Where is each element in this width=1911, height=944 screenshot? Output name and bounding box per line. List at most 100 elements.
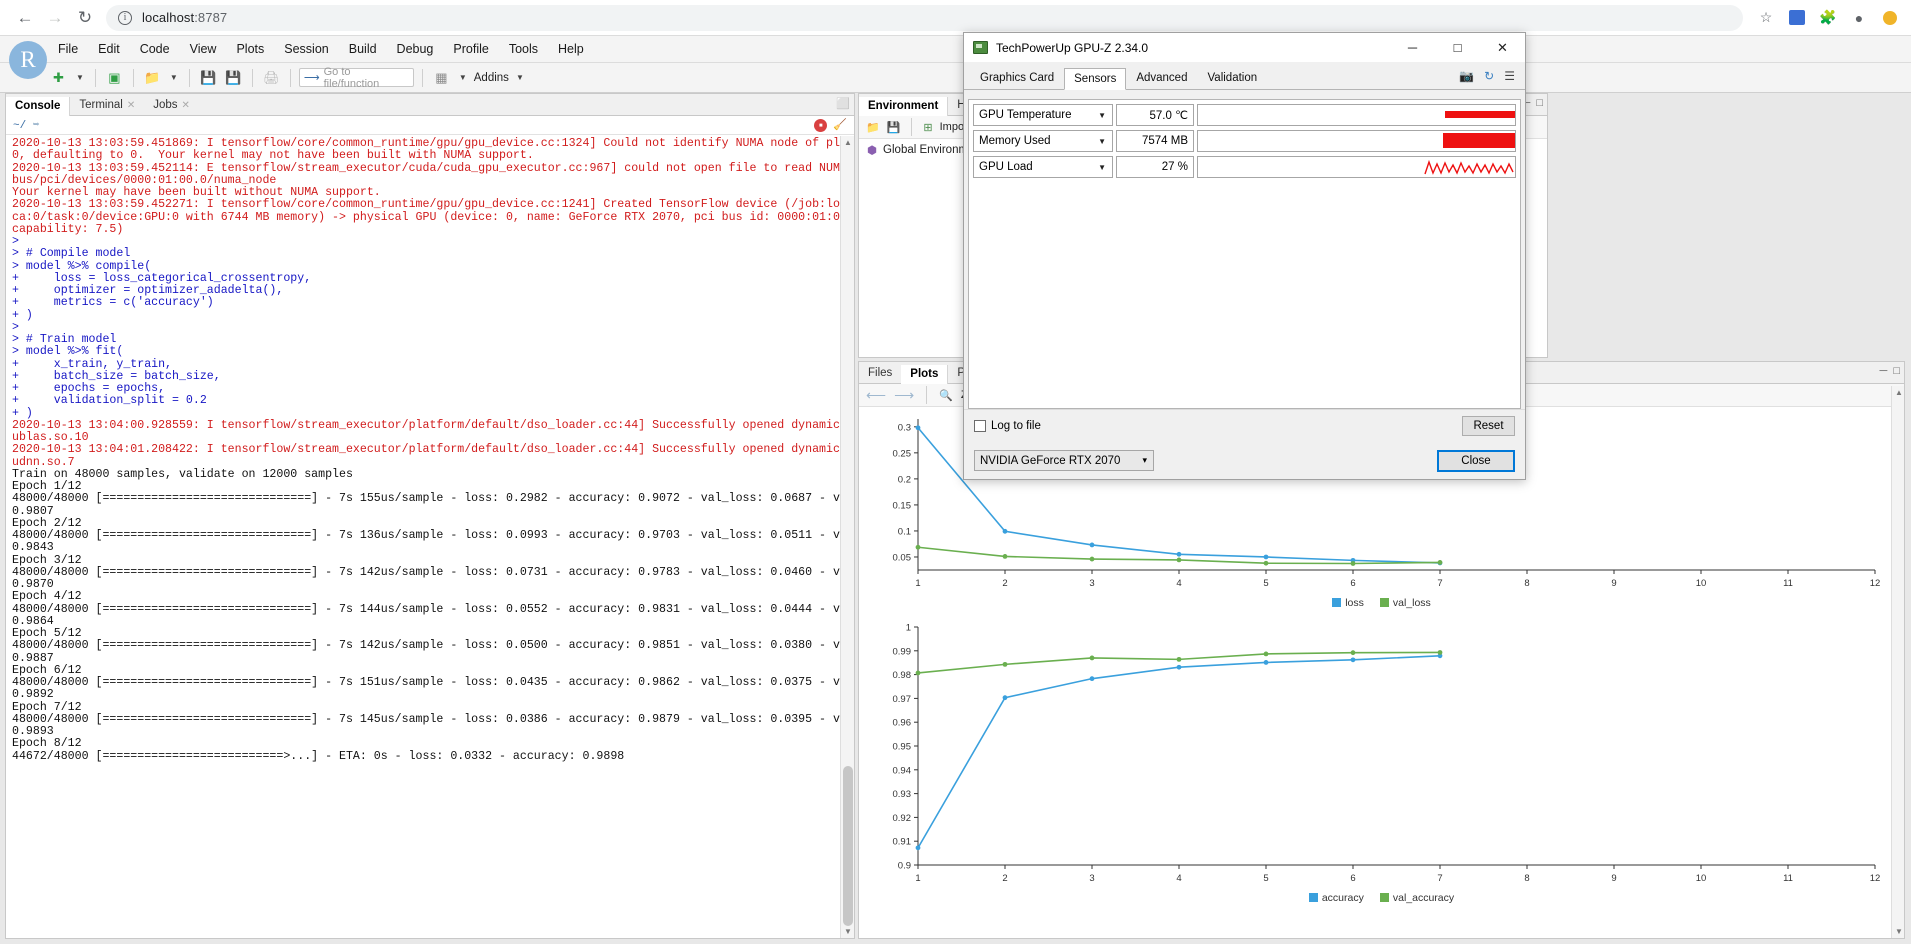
browser-reload-button[interactable]: ↻ bbox=[70, 3, 100, 33]
chevron-down-icon[interactable]: ▼ bbox=[1098, 137, 1106, 146]
menu-edit[interactable]: Edit bbox=[88, 38, 130, 60]
tab-environment[interactable]: Environment bbox=[859, 97, 949, 116]
extensions-puzzle-icon[interactable]: 🧩 bbox=[1817, 7, 1839, 29]
save-blue-icon[interactable] bbox=[1786, 7, 1808, 29]
close-icon[interactable]: ✕ bbox=[127, 100, 135, 111]
close-button[interactable]: Close bbox=[1437, 449, 1515, 472]
console-line: > model %>% fit( bbox=[12, 345, 124, 359]
minimize-button[interactable]: ─ bbox=[1390, 33, 1435, 63]
goto-file-function-input[interactable]: ⟶ Go to file/function bbox=[298, 66, 414, 90]
chrome-menu-icon[interactable] bbox=[1879, 7, 1901, 29]
open-dropdown-caret[interactable]: ▼ bbox=[167, 73, 181, 82]
sensor-name-select[interactable]: GPU Load ▼ bbox=[973, 156, 1113, 178]
tab-plots[interactable]: Plots bbox=[901, 365, 949, 384]
svg-text:9: 9 bbox=[1611, 578, 1616, 589]
console-line: > # Compile model bbox=[12, 247, 131, 261]
panes-dropdown-caret[interactable]: ▼ bbox=[456, 73, 470, 82]
camera-icon[interactable]: 📷 bbox=[1459, 69, 1474, 83]
reset-button[interactable]: Reset bbox=[1462, 416, 1515, 436]
chevron-down-icon[interactable]: ▼ bbox=[1098, 163, 1106, 172]
tab-files[interactable]: Files bbox=[859, 364, 901, 383]
close-icon[interactable]: ✕ bbox=[182, 100, 190, 111]
maximize-button[interactable]: □ bbox=[1435, 33, 1480, 63]
chevron-down-icon[interactable]: ▼ bbox=[1098, 111, 1106, 120]
site-info-icon[interactable]: i bbox=[118, 10, 132, 25]
svg-text:0.96: 0.96 bbox=[893, 718, 912, 729]
open-folder-icon[interactable]: 📁 bbox=[142, 67, 163, 88]
save-all-icon[interactable]: 💾 bbox=[223, 67, 244, 88]
open-folder-icon[interactable]: 📁 bbox=[866, 121, 880, 134]
menu-build[interactable]: Build bbox=[339, 38, 387, 60]
chevron-down-icon[interactable]: ▾ bbox=[1142, 455, 1147, 466]
menu-code[interactable]: Code bbox=[130, 38, 180, 60]
address-bar[interactable]: i localhost:8787 bbox=[106, 4, 1743, 31]
svg-text:1: 1 bbox=[915, 578, 920, 589]
menu-view[interactable]: View bbox=[180, 38, 227, 60]
console-line: 0.9843 bbox=[12, 541, 54, 555]
new-file-icon[interactable]: ✚ bbox=[48, 67, 69, 88]
console-line: > model %>% compile( bbox=[12, 259, 152, 273]
browser-back-button[interactable]: ← bbox=[10, 3, 40, 33]
popout-icon[interactable]: ⬜ bbox=[836, 97, 850, 110]
console-line: 0, defaulting to 0. Your kernel may not … bbox=[12, 149, 534, 163]
maximize-pane-icon[interactable]: □ bbox=[1536, 97, 1543, 109]
tab-validation[interactable]: Validation bbox=[1197, 67, 1267, 89]
svg-text:10: 10 bbox=[1696, 873, 1707, 884]
svg-text:2: 2 bbox=[1002, 873, 1007, 884]
stop-icon[interactable]: ■ bbox=[814, 118, 828, 132]
menu-file[interactable]: File bbox=[48, 38, 88, 60]
tab-terminal[interactable]: Terminal ✕ bbox=[70, 96, 144, 115]
tab-console[interactable]: Console bbox=[6, 97, 71, 116]
browser-forward-button[interactable]: → bbox=[40, 3, 70, 33]
profile-avatar-icon[interactable]: ● bbox=[1848, 7, 1870, 29]
plot-forward-arrow-icon[interactable]: ⟶ bbox=[894, 387, 914, 404]
refresh-icon[interactable]: ↻ bbox=[1484, 69, 1494, 83]
sensor-name-select[interactable]: GPU Temperature ▼ bbox=[973, 104, 1113, 126]
plot-back-arrow-icon[interactable]: ⟵ bbox=[866, 387, 886, 404]
close-window-button[interactable]: ✕ bbox=[1480, 33, 1525, 63]
sensor-row: GPU Temperature ▼ 57.0 ℃ bbox=[973, 104, 1516, 126]
maximize-pane-icon[interactable]: □ bbox=[1893, 365, 1900, 377]
minimize-pane-icon[interactable]: ─ bbox=[1880, 365, 1888, 377]
console-line: 48000/48000 [===========================… bbox=[12, 492, 840, 506]
zoom-magnifier-icon[interactable]: 🔍 bbox=[939, 389, 953, 402]
tab-sensors[interactable]: Sensors bbox=[1064, 68, 1127, 90]
import-dataset-icon[interactable]: ⊞ bbox=[923, 121, 932, 134]
console-line: 0.9892 bbox=[12, 688, 54, 702]
new-file-dropdown-caret[interactable]: ▼ bbox=[73, 73, 87, 82]
scroll-up-icon[interactable]: ▲ bbox=[844, 138, 852, 147]
gpuz-titlebar[interactable]: TechPowerUp GPU-Z 2.34.0 ─ □ ✕ bbox=[964, 33, 1525, 63]
svg-text:0.94: 0.94 bbox=[893, 765, 912, 776]
addins-button[interactable]: Addins bbox=[474, 72, 509, 84]
menu-plots[interactable]: Plots bbox=[226, 38, 274, 60]
print-icon[interactable]: 🖨 bbox=[261, 67, 282, 88]
hamburger-menu-icon[interactable]: ☰ bbox=[1504, 69, 1515, 83]
new-project-icon[interactable]: ▣ bbox=[104, 67, 125, 88]
tab-jobs[interactable]: Jobs ✕ bbox=[144, 96, 199, 115]
addins-dropdown-caret[interactable]: ▼ bbox=[513, 73, 527, 82]
scroll-down-icon[interactable]: ▼ bbox=[844, 927, 852, 936]
scroll-up-icon[interactable]: ▲ bbox=[1895, 388, 1903, 397]
scroll-down-icon[interactable]: ▼ bbox=[1895, 927, 1903, 936]
tab-graphics-card[interactable]: Graphics Card bbox=[970, 67, 1064, 89]
save-icon[interactable]: 💾 bbox=[198, 67, 219, 88]
sensor-name-select[interactable]: Memory Used ▼ bbox=[973, 130, 1113, 152]
save-icon[interactable]: 💾 bbox=[887, 121, 901, 134]
workspace-panes-icon[interactable]: ▦ bbox=[431, 67, 452, 88]
menu-help[interactable]: Help bbox=[548, 38, 594, 60]
tab-advanced[interactable]: Advanced bbox=[1126, 67, 1197, 89]
menu-profile[interactable]: Profile bbox=[443, 38, 498, 60]
menu-debug[interactable]: Debug bbox=[387, 38, 444, 60]
console-line: 2020-10-13 13:04:01.208422: I tensorflow… bbox=[12, 443, 840, 457]
menu-session[interactable]: Session bbox=[274, 38, 338, 60]
bookmark-star-icon[interactable]: ☆ bbox=[1755, 7, 1777, 29]
gpuz-window: TechPowerUp GPU-Z 2.34.0 ─ □ ✕ Graphics … bbox=[963, 32, 1526, 480]
console-scrollbar[interactable]: ▲ ▼ bbox=[840, 136, 854, 938]
log-to-file-checkbox[interactable] bbox=[974, 420, 986, 432]
gpu-device-select[interactable]: NVIDIA GeForce RTX 2070 ▾ bbox=[974, 450, 1154, 471]
menu-tools[interactable]: Tools bbox=[499, 38, 548, 60]
clear-console-icon[interactable]: 🧹 bbox=[833, 118, 847, 132]
console-path-link-icon[interactable]: ➥ bbox=[33, 120, 40, 132]
scrollbar-thumb[interactable] bbox=[843, 766, 853, 926]
plots-scrollbar[interactable]: ▲ ▼ bbox=[1891, 386, 1904, 938]
